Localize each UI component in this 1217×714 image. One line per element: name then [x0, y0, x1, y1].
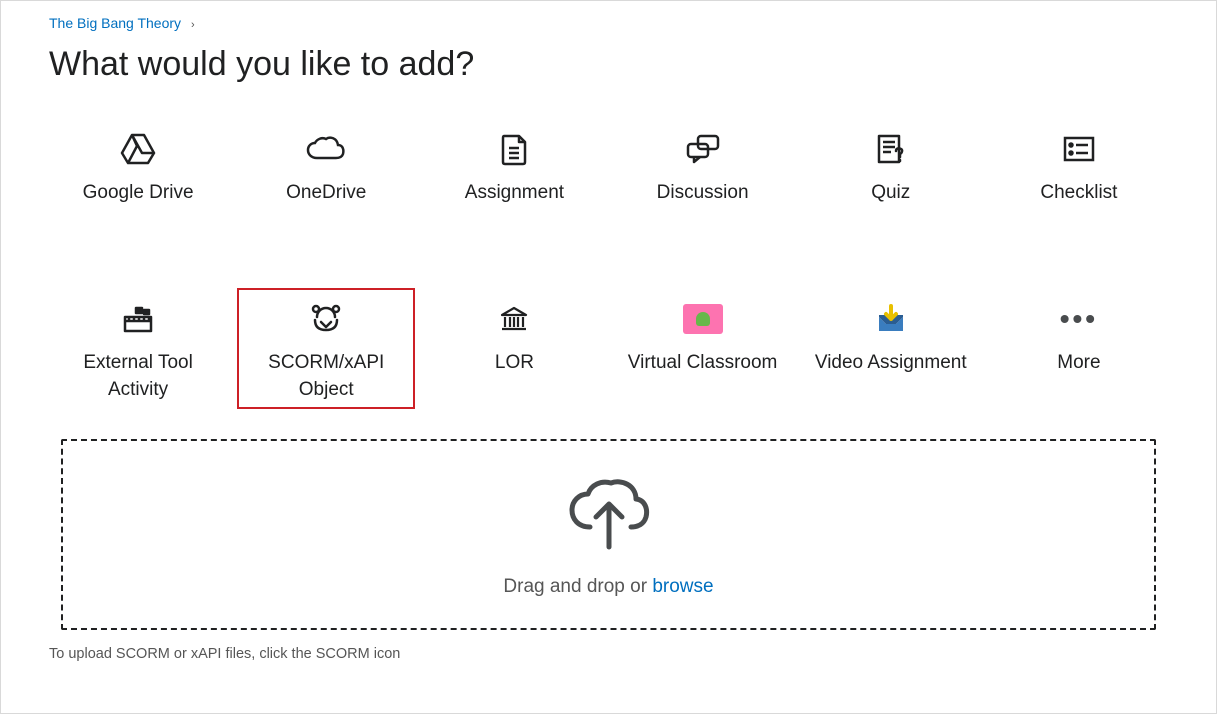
- tile-label: Discussion: [657, 180, 749, 207]
- file-dropzone[interactable]: Drag and drop or browse: [61, 439, 1156, 630]
- assignment-icon: [499, 128, 529, 170]
- tile-label: Checklist: [1040, 180, 1117, 207]
- checklist-icon: [1062, 128, 1096, 170]
- breadcrumb: The Big Bang Theory ›: [49, 15, 1168, 31]
- dropzone-text: Drag and drop or browse: [83, 576, 1134, 598]
- dropzone-prefix: Drag and drop or: [503, 576, 652, 597]
- tile-label: Assignment: [465, 180, 564, 207]
- more-icon: •••: [1060, 298, 1098, 340]
- tile-label: External Tool Activity: [55, 350, 221, 403]
- tile-more[interactable]: ••• More: [990, 288, 1168, 409]
- tile-quiz[interactable]: Quiz: [802, 118, 980, 238]
- tile-discussion[interactable]: Discussion: [614, 118, 792, 238]
- tile-checklist[interactable]: Checklist: [990, 118, 1168, 238]
- tile-video-assignment[interactable]: Video Assignment: [802, 288, 980, 409]
- tile-external-tool[interactable]: External Tool Activity: [49, 288, 227, 409]
- breadcrumb-link-course[interactable]: The Big Bang Theory: [49, 15, 181, 31]
- tile-scorm[interactable]: SCORM/xAPI Object: [237, 288, 415, 409]
- tile-virtual-classroom[interactable]: Virtual Classroom: [614, 288, 792, 409]
- virtual-classroom-icon: [683, 298, 723, 340]
- video-assignment-icon: [873, 298, 909, 340]
- page-title: What would you like to add?: [49, 45, 1168, 84]
- tile-label: Virtual Classroom: [628, 350, 778, 377]
- tile-label: Quiz: [871, 180, 910, 207]
- tile-google-drive[interactable]: Google Drive: [49, 118, 227, 238]
- scorm-icon: [309, 298, 343, 340]
- tile-label: LOR: [495, 350, 534, 377]
- external-tool-icon: [120, 298, 156, 340]
- lor-icon: [498, 298, 530, 340]
- onedrive-icon: [306, 128, 346, 170]
- tile-label: Google Drive: [83, 180, 194, 207]
- tile-onedrive[interactable]: OneDrive: [237, 118, 415, 238]
- tile-label: More: [1057, 350, 1100, 377]
- browse-link[interactable]: browse: [652, 576, 713, 597]
- tile-label: OneDrive: [286, 180, 366, 207]
- google-drive-icon: [120, 128, 156, 170]
- tile-label: SCORM/xAPI Object: [243, 350, 409, 403]
- chevron-right-icon: ›: [191, 19, 195, 31]
- content-type-grid: Google Drive OneDrive Assignment: [49, 118, 1168, 409]
- tile-lor[interactable]: LOR: [425, 288, 603, 409]
- upload-hint: To upload SCORM or xAPI files, click the…: [49, 646, 1168, 662]
- tile-assignment[interactable]: Assignment: [425, 118, 603, 238]
- discussion-icon: [684, 128, 722, 170]
- quiz-icon: [875, 128, 907, 170]
- tile-label: Video Assignment: [815, 350, 967, 377]
- upload-cloud-icon: [566, 544, 652, 561]
